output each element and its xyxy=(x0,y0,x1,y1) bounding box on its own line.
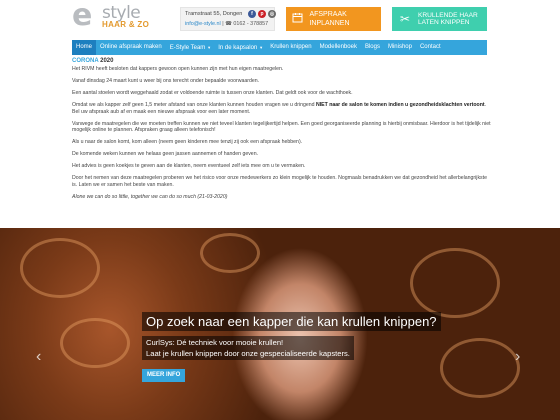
curls-button-label: KRULLENDE HAAR LATEN KNIPPEN xyxy=(418,12,478,27)
paragraph: Het advies is geen koekjes te geven aan … xyxy=(72,163,306,170)
hero-subtitle-line2: Laat je krullen knippen door onze gespec… xyxy=(146,349,350,358)
contact-line: info@e-style.nl | ☎ 0162 - 378857 xyxy=(185,21,269,27)
nav-label: Blogs xyxy=(364,44,380,50)
hero-subtitle-line1: CurlSys: Dé techniek voor mooie krullen! xyxy=(146,338,284,347)
curls-button[interactable]: ✂ KRULLENDE HAAR LATEN KNIPPEN xyxy=(392,7,487,31)
nav-blogs[interactable]: Blogs xyxy=(361,40,384,55)
closing-quote: Alone we can do so little, together we c… xyxy=(72,193,228,200)
paragraph-text: Omdat we als kapper zelf geen 1,5 meter … xyxy=(72,101,316,108)
article-title-text: CORONA xyxy=(72,58,99,64)
paragraph: Vanwege de maatregelen die we moeten tre… xyxy=(72,120,491,134)
paragraph: Het RIVM heeft besloten dat kappers gewo… xyxy=(72,66,284,72)
nav-curls[interactable]: Krullen knippen xyxy=(266,40,315,55)
more-info-button[interactable]: MEER INFO xyxy=(142,369,186,382)
contact-address: Tramstraat 55, Dongen xyxy=(185,11,243,17)
hero-slider: ‹ › Op zoek naar een kapper die kan krul… xyxy=(0,228,560,420)
nav-salon[interactable]: In de kapsalon ▾ xyxy=(214,40,266,55)
nav-online-appointment[interactable]: Online afspraak maken xyxy=(96,40,166,55)
hero-title: Op zoek naar een kapper die kan krullen … xyxy=(142,312,441,331)
nav-label: In de kapsalon xyxy=(218,45,258,51)
nav-models[interactable]: Modellenboek xyxy=(316,40,361,55)
contact-box: Tramstraat 55, Dongen f p ◎ info@e-style… xyxy=(180,7,276,31)
chevron-down-icon: ▾ xyxy=(207,45,211,50)
nav-label: Modellenboek xyxy=(319,44,357,50)
nav-label: Contact xyxy=(419,44,441,50)
instagram-icon[interactable]: ◎ xyxy=(268,10,276,18)
appointment-button[interactable]: AFSPRAAK INPLANNEN xyxy=(286,7,381,31)
scissors-icon: ✂ xyxy=(399,12,411,26)
curls-label-line2: LATEN KNIPPEN xyxy=(418,19,470,26)
hero-decoration xyxy=(20,238,100,298)
hero-decoration xyxy=(60,318,130,368)
paragraph: Een aantal stoelen wordt weggehaald zoda… xyxy=(72,89,353,96)
paragraph: De komende weken kunnen we helaas geen j… xyxy=(72,151,259,158)
paragraph: Door het nemen van deze maatregelen prob… xyxy=(72,175,487,188)
nav-label: Minishop xyxy=(387,44,412,50)
facebook-icon[interactable]: f xyxy=(248,10,256,18)
paragraph-emphasis: NIET naar de salon te komen indien u gez… xyxy=(315,101,485,108)
nav-label: E-Style Team xyxy=(169,45,206,51)
social-icons: f p ◎ xyxy=(248,10,276,18)
phone-icon: ☎ xyxy=(225,21,232,27)
nav-label: Online afspraak maken xyxy=(100,44,162,50)
site-logo[interactable]: e style HAAR & ZO xyxy=(72,0,154,33)
nav-contact[interactable]: Contact xyxy=(416,40,445,55)
paragraph: Omdat we als kapper zelf geen 1,5 meter … xyxy=(72,102,492,116)
nav-label: Home xyxy=(76,44,93,50)
pinterest-icon[interactable]: p xyxy=(258,10,266,18)
article-year: 2020 xyxy=(100,58,114,64)
contact-email[interactable]: info@e-style.nl xyxy=(185,21,221,27)
chevron-left-icon[interactable]: ‹ xyxy=(36,348,41,366)
paragraph: Vanaf dinsdag 24 maart kunt u weer bij o… xyxy=(72,77,260,84)
nav-home[interactable]: Home xyxy=(72,40,97,55)
logo-mark: e xyxy=(72,0,92,33)
calendar-icon xyxy=(286,12,309,26)
contact-phone[interactable]: 0162 - 378857 xyxy=(233,21,268,27)
site-header: e style HAAR & ZO Tramstraat 55, Dongen … xyxy=(0,0,560,38)
paragraph: Als u naar de salon komt, kom alleen (ne… xyxy=(72,139,303,146)
nav-label: Krullen knippen xyxy=(270,44,312,50)
nav-team[interactable]: E-Style Team ▾ xyxy=(166,40,215,55)
hero-decoration xyxy=(440,338,520,398)
chevron-down-icon: ▾ xyxy=(259,45,263,50)
hero-decoration xyxy=(410,248,500,318)
hero-subtitle: CurlSys: Dé techniek voor mooie krullen!… xyxy=(142,336,354,360)
nav-minishop[interactable]: Minishop xyxy=(384,40,416,55)
appointment-button-label: AFSPRAAK INPLANNEN xyxy=(309,11,350,27)
logo-tagline: HAAR & ZO xyxy=(102,20,150,29)
main-nav: Home Online afspraak maken E-Style Team … xyxy=(72,40,487,55)
article-title: CORONA 2020 xyxy=(72,57,492,65)
article-content: CORONA 2020 Het RIVM heeft besloten dat … xyxy=(72,57,492,201)
hero-decoration xyxy=(200,233,260,273)
curls-label-line1: KRULLENDE HAAR xyxy=(418,11,478,19)
chevron-right-icon[interactable]: › xyxy=(515,348,520,366)
